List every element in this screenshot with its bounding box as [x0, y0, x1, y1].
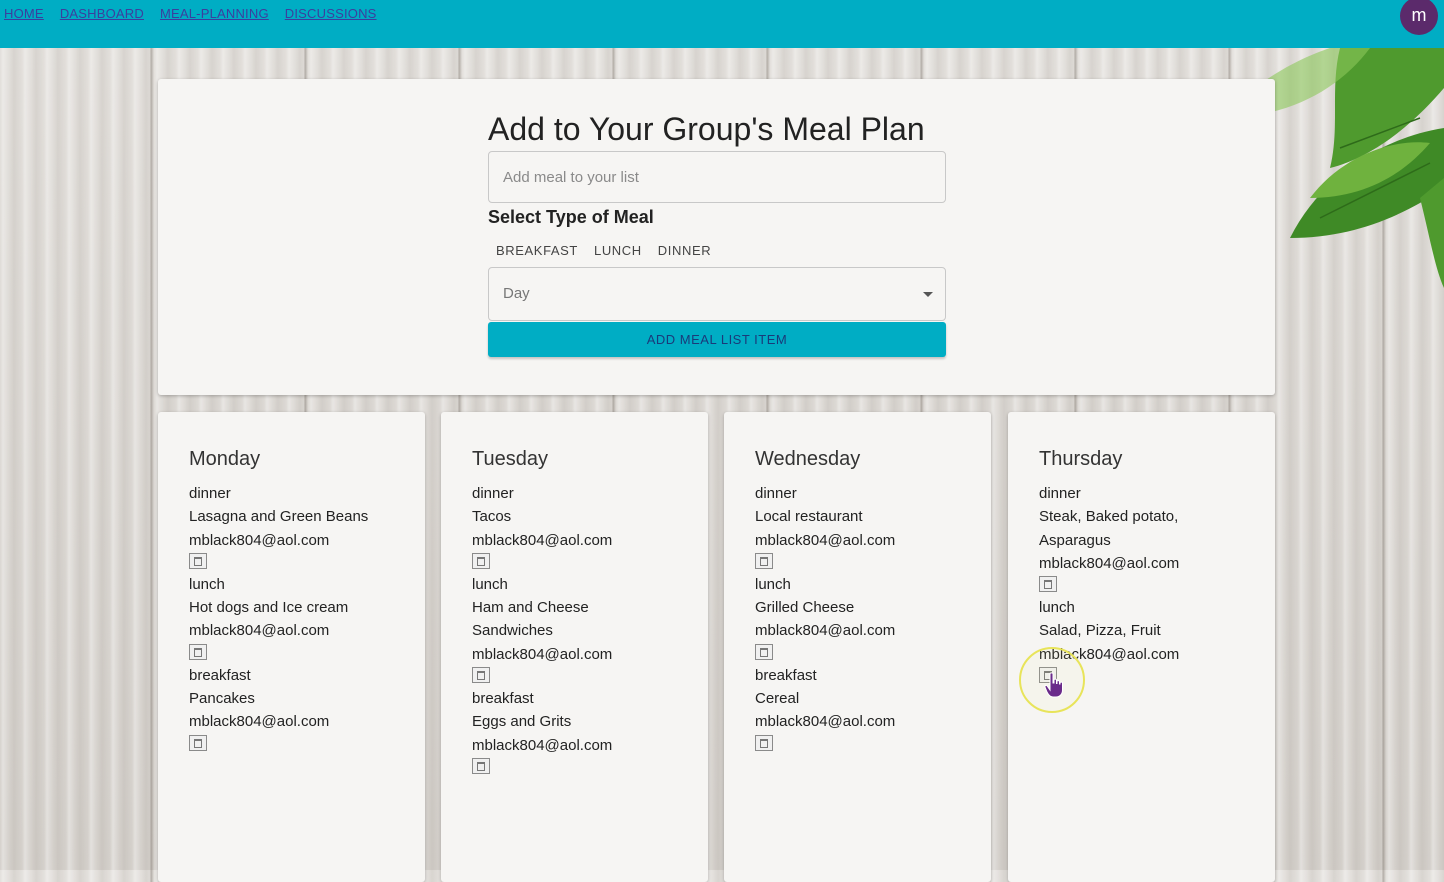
- day-select[interactable]: Day: [488, 267, 946, 321]
- day-title: Thursday: [1039, 448, 1123, 470]
- meal-input[interactable]: [488, 151, 946, 203]
- meal-type: dinner: [755, 485, 797, 502]
- meal-author: mblack804@aol.com: [189, 531, 330, 549]
- meal-author: mblack804@aol.com: [472, 645, 613, 663]
- meal-list: dinner Tacos mblack804@aol.com lunch Ham…: [472, 482, 687, 778]
- trash-icon[interactable]: [755, 734, 773, 751]
- meal-type-options: BREAKFAST LUNCH DINNER: [488, 241, 719, 260]
- meal-name: Local restaurant: [755, 508, 863, 526]
- meal-name: Pancakes: [189, 690, 255, 708]
- day-title: Monday: [189, 448, 261, 470]
- day-title: Tuesday: [472, 448, 548, 470]
- meal-name: Salad, Pizza, Fruit: [1039, 622, 1161, 640]
- trash-icon[interactable]: [755, 552, 773, 569]
- meal-type: lunch: [189, 575, 225, 593]
- top-navbar: HOME DASHBOARD MEAL-PLANNING DISCUSSIONS…: [0, 0, 1444, 48]
- meal-type: dinner: [189, 485, 231, 502]
- main-nav: HOME DASHBOARD MEAL-PLANNING DISCUSSIONS: [4, 6, 377, 21]
- meal-type: breakfast: [755, 666, 817, 684]
- meal-name: Hot dogs and Ice cream: [189, 599, 349, 617]
- meal-author: mblack804@aol.com: [472, 531, 613, 549]
- chevron-down-icon: [923, 292, 933, 297]
- hand-pointer-icon: [1044, 672, 1063, 698]
- meal-type: breakfast: [189, 666, 251, 684]
- day-select-value: Day: [503, 285, 530, 302]
- meal-name: Eggs and Grits: [472, 713, 572, 731]
- meal-author: mblack804@aol.com: [472, 736, 613, 754]
- day-card-tuesday: Tuesday dinner Tacos mblack804@aol.com l…: [441, 412, 708, 882]
- meal-name: Steak, Baked potato,: [1039, 508, 1179, 526]
- trash-icon[interactable]: [189, 643, 207, 660]
- meal-type: lunch: [1039, 599, 1075, 617]
- meal-type: lunch: [755, 575, 791, 593]
- meal-name: Cereal: [755, 690, 800, 708]
- meal-type-dinner[interactable]: DINNER: [650, 241, 719, 260]
- meal-type: breakfast: [472, 690, 534, 708]
- meal-type-breakfast[interactable]: BREAKFAST: [488, 241, 586, 260]
- trash-icon[interactable]: [189, 552, 207, 569]
- day-card-monday: Monday dinner Lasagna and Green Beans mb…: [158, 412, 425, 882]
- meal-author: mblack804@aol.com: [189, 713, 330, 731]
- meal-name: Tacos: [472, 508, 512, 526]
- form-title: Add to Your Group's Meal Plan: [488, 111, 925, 147]
- day-card-wednesday: Wednesday dinner Local restaurant mblack…: [724, 412, 991, 882]
- meal-type: lunch: [472, 575, 508, 593]
- meal-author: mblack804@aol.com: [1039, 554, 1180, 572]
- day-title: Wednesday: [755, 448, 861, 470]
- meal-author: mblack804@aol.com: [755, 622, 896, 640]
- meal-name: Grilled Cheese: [755, 599, 855, 617]
- nav-link-home[interactable]: HOME: [4, 6, 44, 21]
- nav-link-discussions[interactable]: DISCUSSIONS: [285, 6, 377, 21]
- nav-link-dashboard[interactable]: DASHBOARD: [60, 6, 144, 21]
- meal-name: Ham and Cheese: [472, 599, 589, 617]
- nav-link-meal-planning[interactable]: MEAL-PLANNING: [160, 6, 269, 21]
- add-meal-form-card: Add to Your Group's Meal Plan Select Typ…: [158, 79, 1275, 395]
- meal-type-lunch[interactable]: LUNCH: [586, 241, 650, 260]
- meal-type: dinner: [472, 485, 514, 502]
- meal-list: dinner Lasagna and Green Beans mblack804…: [189, 482, 404, 755]
- meal-name: Lasagna and Green Beans: [189, 508, 369, 526]
- add-meal-button[interactable]: ADD MEAL LIST ITEM: [488, 322, 946, 357]
- trash-icon[interactable]: [472, 667, 490, 684]
- trash-icon[interactable]: [1039, 576, 1057, 593]
- meal-list: dinner Local restaurant mblack804@aol.co…: [755, 482, 970, 755]
- trash-icon[interactable]: [189, 734, 207, 751]
- trash-icon[interactable]: [472, 757, 490, 774]
- avatar[interactable]: m: [1400, 0, 1438, 35]
- meal-type: dinner: [1039, 485, 1081, 502]
- trash-icon[interactable]: [755, 643, 773, 660]
- meal-name: Asparagus: [1039, 531, 1111, 549]
- meal-author: mblack804@aol.com: [755, 531, 896, 549]
- meal-type-label: Select Type of Meal: [488, 207, 654, 227]
- trash-icon[interactable]: [472, 552, 490, 569]
- meal-author: mblack804@aol.com: [189, 622, 330, 640]
- meal-name: Sandwiches: [472, 622, 553, 640]
- meal-author: mblack804@aol.com: [755, 713, 896, 731]
